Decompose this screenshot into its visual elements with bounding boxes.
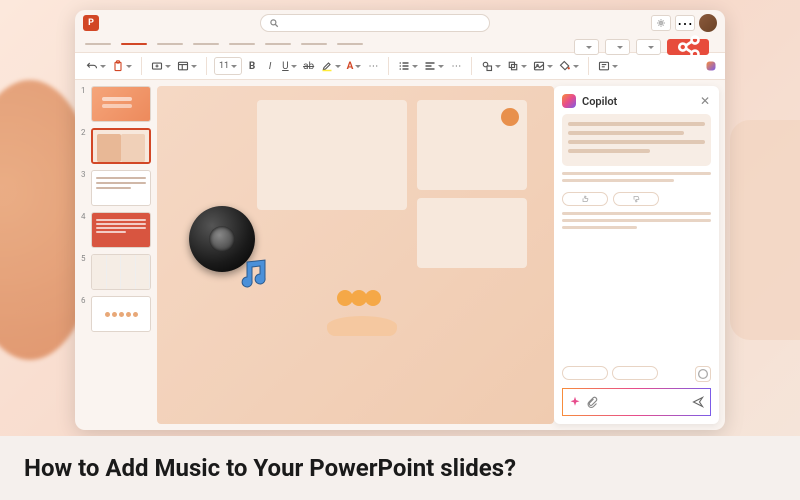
highlight-icon [321,60,333,72]
thumb-number: 3 [81,170,87,179]
thumbs-up-icon [581,195,589,203]
copilot-title: Copilot [582,95,693,108]
slide-thumbnail-panel: 1 2 3 4 5 6 [75,80,157,430]
slide-thumbnail-4[interactable] [91,212,151,248]
ribbon-tab[interactable] [337,43,363,45]
thumb-number: 5 [81,254,87,263]
layout-icon [177,60,189,72]
font-more-button[interactable]: ⋯ [365,57,381,75]
ribbon-tab[interactable] [229,43,255,45]
bullets-icon [398,60,410,72]
font-size-select[interactable]: 11 [214,57,242,75]
slide-icon [151,60,163,72]
arrange-icon [507,60,519,72]
powerpoint-app-icon[interactable]: P [83,15,99,31]
copilot-suggestion-pill[interactable] [612,366,658,380]
catch-up-button[interactable] [605,39,630,55]
paragraph-more-button[interactable]: ⋯ [448,57,464,75]
canvas-decoration-bowl [317,286,407,336]
bullets-button[interactable] [396,57,420,75]
paste-button[interactable] [110,57,134,75]
canvas-image-tile [417,198,527,268]
ribbon-tab-active[interactable] [121,43,147,45]
background-decoration-right [730,120,800,340]
attachment-icon [586,396,598,408]
highlight-button[interactable] [319,57,343,75]
italic-button[interactable]: I [262,57,278,75]
clipboard-icon [112,60,124,72]
settings-button[interactable] [651,15,671,31]
workspace: 1 2 3 4 5 6 Copilot ✕ [75,80,725,430]
send-icon[interactable] [692,396,704,408]
bucket-icon [559,60,571,72]
ribbon-tab[interactable] [85,43,111,45]
ribbon-tab[interactable] [193,43,219,45]
thumb-number: 2 [81,128,87,137]
canvas-image-tile [257,100,407,210]
undo-icon [86,60,98,72]
new-slide-button[interactable] [149,57,173,75]
arrange-button[interactable] [505,57,529,75]
copilot-text [562,212,711,233]
font-color-button[interactable]: A [345,57,364,75]
gear-icon [656,18,666,28]
thumb-number: 1 [81,86,87,95]
shapes-icon [481,60,493,72]
copilot-toolbar-button[interactable] [703,57,719,75]
thumb-number: 4 [81,212,87,221]
audio-speaker-icon[interactable] [189,206,267,284]
user-avatar[interactable] [699,14,717,32]
copilot-response-block [562,114,711,166]
share-button[interactable] [667,39,709,55]
copilot-icon [705,60,717,72]
search-input[interactable] [260,14,490,32]
plus-icon [696,367,710,381]
copilot-suggestion-pill[interactable] [562,366,608,380]
copilot-close-button[interactable]: ✕ [699,95,711,107]
slide-canvas[interactable] [157,86,554,424]
music-note-icon [237,258,271,288]
more-button[interactable]: ⋯ [675,15,695,31]
copilot-logo-icon [562,94,576,108]
layout-button[interactable] [175,57,199,75]
undo-button[interactable] [84,57,108,75]
slide-thumbnail-6[interactable] [91,296,151,332]
comments-button[interactable] [574,39,599,55]
copilot-input[interactable] [562,388,711,416]
copilot-text [562,172,711,186]
thumb-number: 6 [81,296,87,305]
copilot-like-button[interactable] [562,192,608,206]
align-icon [424,60,436,72]
canvas-image-tile [417,100,527,190]
bold-button[interactable]: B [244,57,260,75]
copilot-panel: Copilot ✕ [554,86,719,424]
slide-thumbnail-3[interactable] [91,170,151,206]
copilot-expand-button[interactable] [695,366,711,382]
share-icon [674,33,702,61]
sparkle-icon [569,396,581,408]
image-icon [533,60,545,72]
slide-thumbnail-1[interactable] [91,86,151,122]
designer-button[interactable] [596,57,620,75]
ribbon-tab[interactable] [301,43,327,45]
fill-color-button[interactable] [557,57,581,75]
powerpoint-window: P ⋯ [75,10,725,430]
slide-thumbnail-5[interactable] [91,254,151,290]
title-bar: P ⋯ [75,10,725,36]
copilot-dislike-button[interactable] [613,192,659,206]
shapes-button[interactable] [479,57,503,75]
editing-mode-button[interactable] [636,39,661,55]
ribbon-tab[interactable] [157,43,183,45]
article-caption: How to Add Music to Your PowerPoint slid… [0,436,800,500]
underline-button[interactable]: U [280,57,298,75]
designer-icon [598,60,610,72]
strikethrough-button[interactable]: ab [301,57,317,75]
thumbs-down-icon [632,195,640,203]
align-button[interactable] [422,57,446,75]
ribbon-tab[interactable] [265,43,291,45]
image-button[interactable] [531,57,555,75]
slide-thumbnail-2[interactable] [91,128,151,164]
search-icon [269,18,279,28]
copilot-suggestions [562,192,711,206]
